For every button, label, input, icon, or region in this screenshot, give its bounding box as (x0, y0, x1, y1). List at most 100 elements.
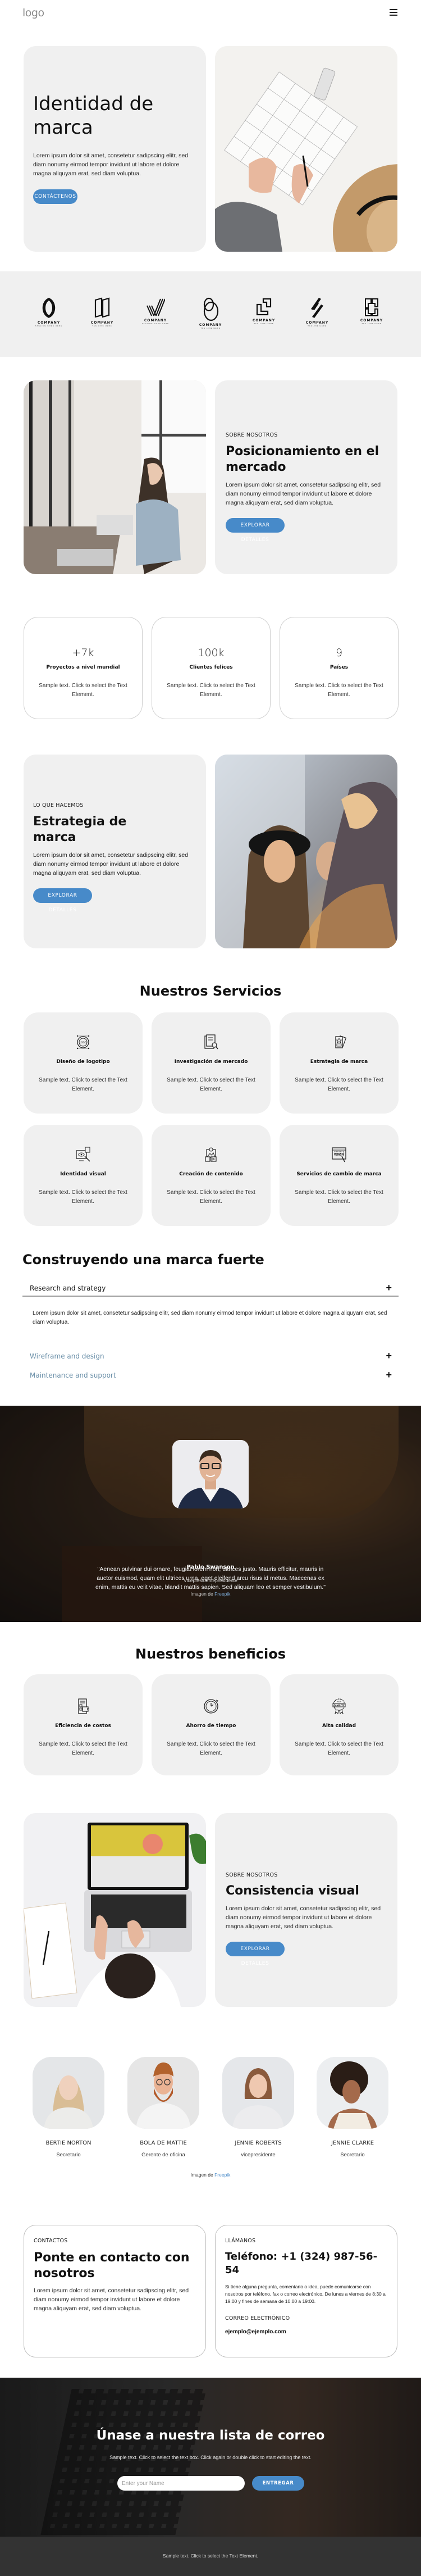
team-member: BERTIE NORTON Secretario (33, 2057, 104, 2158)
accordion-item-maintenance[interactable]: Maintenance and support + (22, 1368, 399, 1384)
team-member-role: Secretario (56, 2152, 81, 2158)
logo[interactable]: logo (22, 7, 44, 19)
accordion-item-wireframe[interactable]: Wireframe and design + (22, 1349, 399, 1365)
logo-design-icon: LOGO (76, 1035, 90, 1050)
freepik-link[interactable]: Freepik (214, 2172, 230, 2178)
contact-text: Lorem ipsum dolor sit amet, consetetur s… (34, 2287, 189, 2312)
service-text: Sample text. Click to select the Text El… (39, 1077, 127, 1092)
header: logo (0, 0, 421, 28)
benefit-card: Ahorro de tiempo Sample text. Click to s… (152, 1674, 271, 1775)
stat-value: +7k (72, 647, 94, 659)
service-label: Investigación de mercado (174, 1059, 248, 1065)
submit-button[interactable]: ENTREGAR (252, 2476, 304, 2491)
about-image (24, 380, 206, 574)
client-logo: COMPANY TAG LINE HERE (247, 297, 281, 325)
service-label: Estrategia de marca (310, 1059, 368, 1065)
contact-card: CONTACTOS Ponte en contacto con nosotros… (24, 2225, 206, 2357)
accordion-item-label: Maintenance and support (30, 1371, 116, 1379)
service-card: Investigación de mercado Sample text. Cl… (152, 1012, 271, 1114)
team-member: BOLA DE MATTIE Gerente de oficina (127, 2057, 199, 2158)
contact-button[interactable]: CONTÁCTENOS (33, 189, 77, 204)
image-credit: Imagen de Freepik (190, 2172, 231, 2178)
phone-number[interactable]: Teléfono: +1 (324) 987-56-54 (225, 2250, 388, 2277)
team-member-name: BOLA DE MATTIE (140, 2140, 187, 2146)
service-text: Sample text. Click to select the Text El… (167, 1077, 255, 1092)
accordion-item-research[interactable]: Research and strategy + (22, 1281, 399, 1297)
service-text: Sample text. Click to select the Text El… (167, 1189, 255, 1205)
stat-card: 9 Países Sample text. Click to select th… (280, 617, 399, 719)
about-eyebrow: SOBRE NOSOTROS (226, 432, 278, 438)
hero-title: Identidad de marca (33, 93, 154, 139)
svg-text:BRAND: BRAND (335, 1153, 344, 1156)
consistency-image (24, 1813, 206, 2007)
stat-text: Sample text. Click to select the Text El… (167, 683, 255, 698)
benefit-label: Eficiencia de costos (55, 1723, 111, 1729)
service-card: Identidad visual Sample text. Click to s… (24, 1125, 143, 1226)
call-text: Si tiene alguna pregunta, comentario o i… (225, 2284, 386, 2304)
content-creation-icon (205, 1147, 217, 1162)
hero-card: Identidad de marca Lorem ipsum dolor sit… (24, 46, 206, 252)
hamburger-icon[interactable] (390, 9, 397, 17)
service-card: Estrategia de marca Sample text. Click t… (280, 1012, 399, 1114)
contact-eyebrow: CONTACTOS (34, 2238, 68, 2244)
strategy-title: Estrategia de marca (33, 815, 127, 844)
benefit-text: Sample text. Click to select the Text El… (295, 1741, 383, 1756)
call-eyebrow: LLÁMANOS (225, 2238, 256, 2244)
stat-label: Clientes felices (189, 665, 233, 670)
time-saving-icon (204, 1699, 218, 1714)
stat-value: 9 (335, 647, 343, 659)
strategy-text: Lorem ipsum dolor sit amet, consetetur s… (33, 852, 189, 876)
strategy-image (215, 755, 397, 948)
team-member-photo (33, 2057, 104, 2129)
high-quality-icon: QUALITYHIGH (332, 1698, 346, 1715)
testimonial-section: "Aenean pulvinar dui ornare, feugiat lor… (0, 1406, 421, 1622)
email-link[interactable]: ejemplo@ejemplo.com (225, 2329, 286, 2335)
contact-title: Ponte en contacto con nosotros (34, 2251, 190, 2280)
about-text: Lorem ipsum dolor sit amet, consetetur s… (226, 481, 381, 506)
benefit-text: Sample text. Click to select the Text El… (167, 1741, 255, 1756)
strategy-card: LO QUE HACEMOS Estrategia de marca Lorem… (24, 755, 206, 948)
rebranding-icon: BRAND (332, 1147, 346, 1162)
benefit-label: Alta calidad (322, 1723, 356, 1729)
consistency-card: SOBRE NOSOTROS Consistencia visual Lorem… (215, 1813, 397, 2007)
services-title: Nuestros Servicios (139, 983, 282, 999)
consistency-title: Consistencia visual (226, 1884, 359, 1898)
stat-text: Sample text. Click to select the Text El… (295, 683, 383, 698)
team-member: JENNIE CLARKE Secretario (317, 2057, 388, 2158)
service-card: Creación de contenido Sample text. Click… (152, 1125, 271, 1226)
stat-card: +7k Proyectos a nivel mundial Sample tex… (24, 617, 143, 719)
explore-details-button[interactable]: EXPLORAR DETALLES (226, 518, 285, 543)
stat-text: Sample text. Click to select the Text El… (39, 683, 127, 698)
consistency-text: Lorem ipsum dolor sit amet, consetetur s… (226, 1905, 381, 1930)
service-text: Sample text. Click to select the Text El… (295, 1077, 383, 1092)
image-credit: Imagen de Freepik (190, 1591, 231, 1597)
service-label: Creación de contenido (179, 1171, 243, 1177)
benefit-text: Sample text. Click to select the Text El… (39, 1741, 127, 1756)
footer: Sample text. Click to select the Text El… (0, 2537, 421, 2576)
name-input[interactable] (117, 2476, 245, 2491)
accordion-title: Construyendo una marca fuerte (22, 1252, 264, 1267)
service-label: Servicios de cambio de marca (296, 1171, 382, 1177)
client-logo: COMPANY TAG LINE HERE (355, 297, 388, 325)
benefit-card: Eficiencia de costos Sample text. Click … (24, 1674, 143, 1775)
team-member: JENNIE ROBERTS vicepresidente (222, 2057, 294, 2158)
explore-details-button[interactable]: EXPLORAR DETALLES (33, 888, 92, 913)
svg-text:HIGH: HIGH (337, 1701, 341, 1703)
service-text: Sample text. Click to select the Text El… (295, 1189, 383, 1205)
hero-image (215, 46, 397, 252)
strategy-eyebrow: LO QUE HACEMOS (33, 802, 84, 808)
market-research-icon (204, 1034, 218, 1050)
footer-text: Sample text. Click to select the Text El… (163, 2553, 258, 2559)
service-label: Identidad visual (60, 1171, 106, 1177)
client-logo: COMPANY TAG LINE HERE (85, 297, 119, 327)
plus-icon[interactable]: + (386, 1350, 392, 1362)
email-label: CORREO ELECTRÓNICO (225, 2315, 290, 2321)
about-title: Posicionamiento en el mercado (226, 444, 379, 474)
plus-icon[interactable]: + (386, 1282, 392, 1294)
testimonial-role: Vicepresidentepresidente (184, 1578, 237, 1583)
plus-icon[interactable]: + (386, 1369, 392, 1381)
visual-identity-icon (76, 1147, 90, 1162)
freepik-link[interactable]: Freepik (214, 1591, 230, 1597)
explore-details-button[interactable]: EXPLORAR DETALLES (226, 1942, 285, 1966)
team-member-role: Secretario (340, 2152, 365, 2158)
